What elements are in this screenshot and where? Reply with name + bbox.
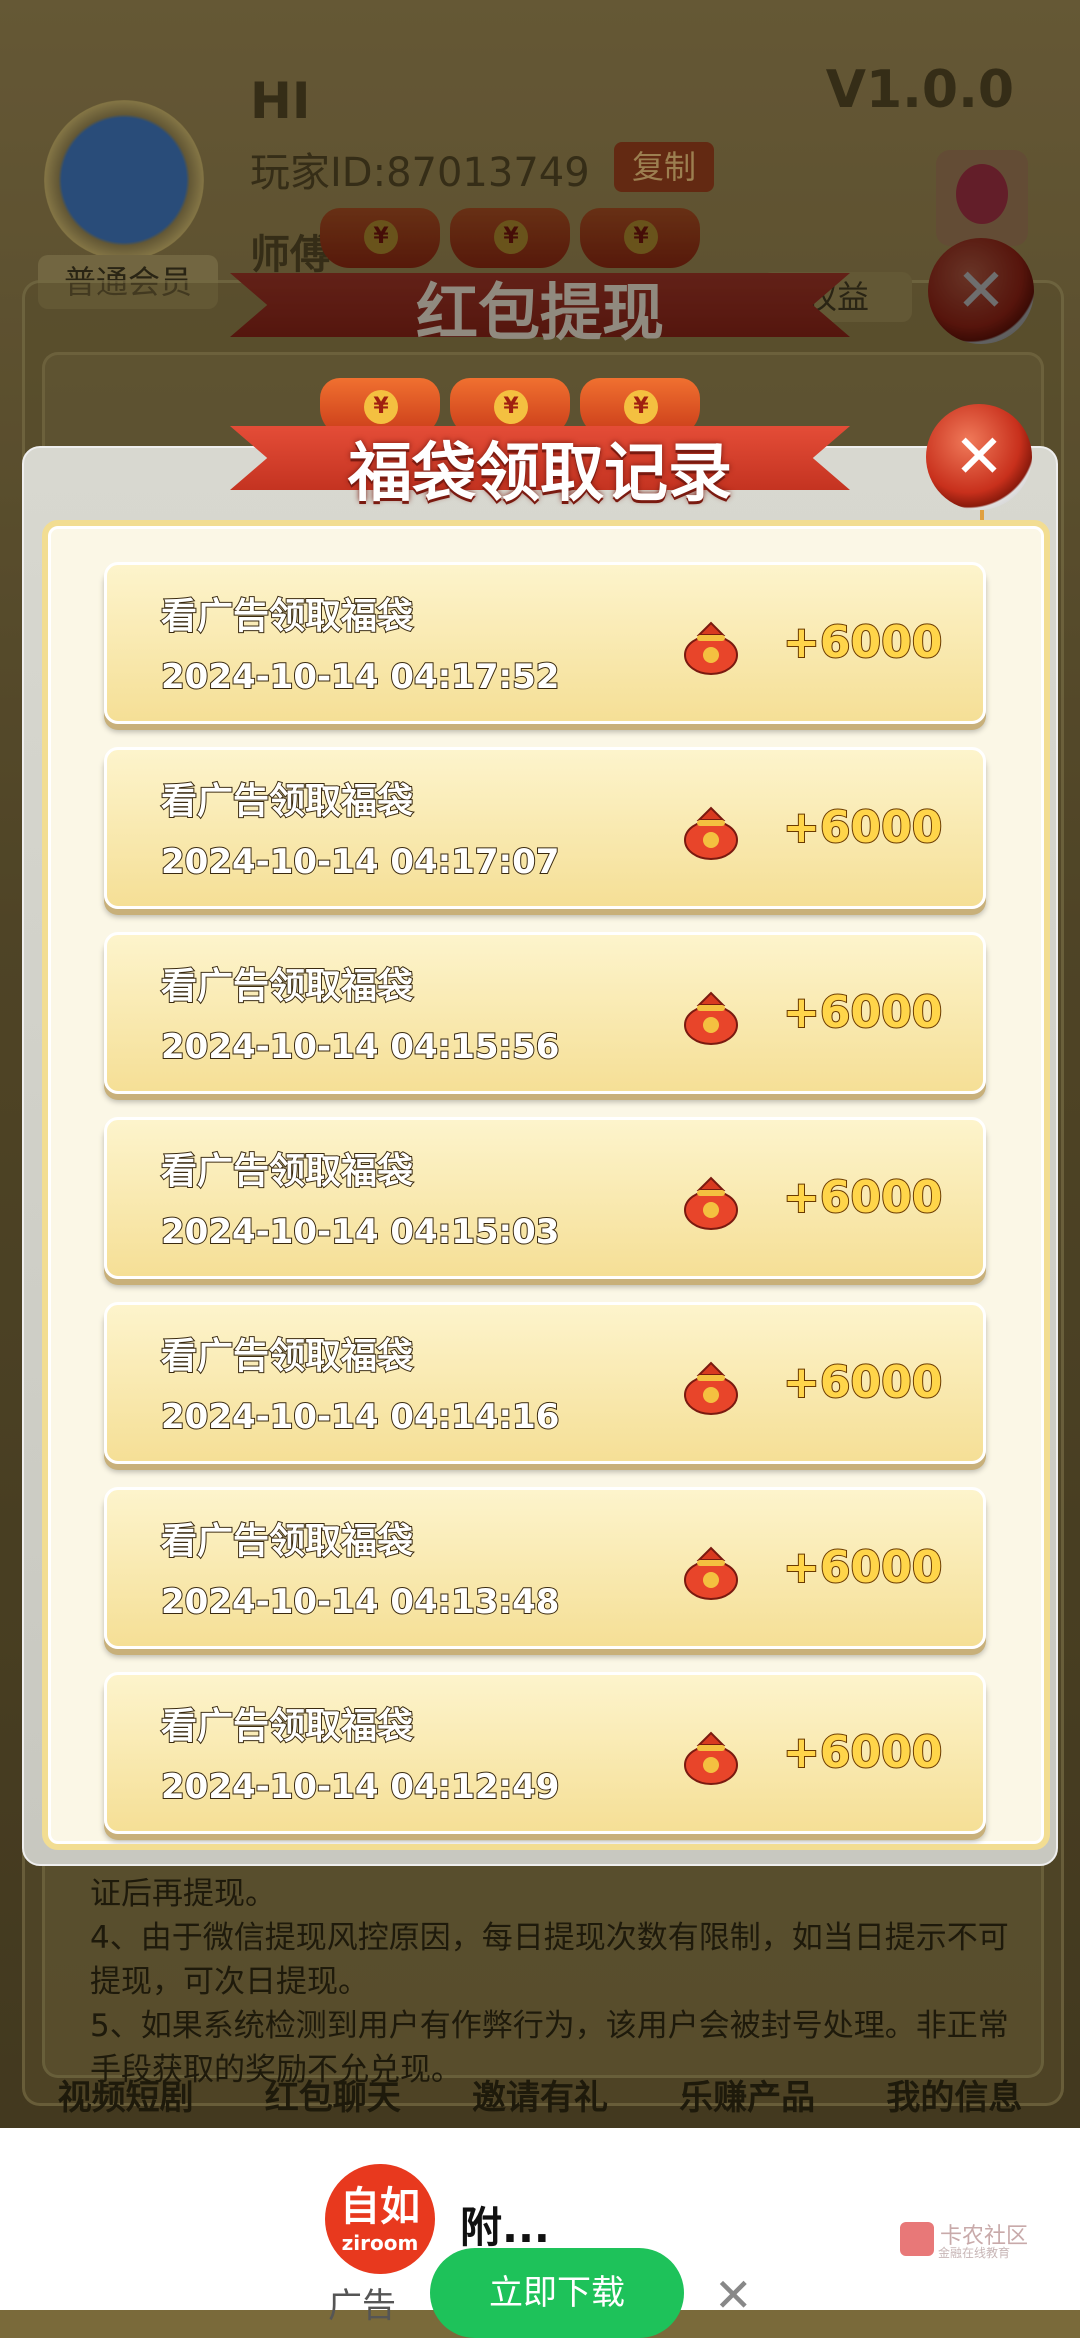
record-amount: +6000: [782, 1726, 943, 1779]
record-title: 看广告领取福袋: [160, 1520, 414, 1563]
list-item: 看广告领取福袋 2024-10-14 04:12:49 +6000: [104, 1672, 986, 1834]
ad-tag: 广告: [328, 2286, 396, 2326]
record-title: 看广告领取福袋: [160, 595, 414, 638]
record-time: 2024-10-14 04:12:49: [160, 1766, 560, 1808]
ad-title[interactable]: 附...: [460, 2194, 550, 2255]
record-amount: +6000: [782, 986, 943, 1039]
list-item: 看广告领取福袋 2024-10-14 04:15:56 +6000: [104, 932, 986, 1094]
record-title: 看广告领取福袋: [160, 1335, 414, 1378]
download-button[interactable]: 立即下载: [430, 2248, 684, 2338]
record-time: 2024-10-14 04:15:56: [160, 1026, 560, 1068]
list-item: 看广告领取福袋 2024-10-14 04:14:16 +6000: [104, 1302, 986, 1464]
watermark-logo: [900, 2222, 934, 2256]
record-amount: +6000: [782, 1541, 943, 1594]
list-item: 看广告领取福袋 2024-10-14 04:17:52 +6000: [104, 562, 986, 724]
lucky-bag-icon: [684, 1546, 738, 1600]
record-time: 2024-10-14 04:17:52: [160, 656, 560, 698]
ziroom-logo[interactable]: 自如 ziroom: [325, 2164, 435, 2274]
record-time: 2024-10-14 04:13:48: [160, 1581, 560, 1623]
record-title: 看广告领取福袋: [160, 1705, 414, 1748]
ad-logo-subtext: ziroom: [341, 2231, 419, 2255]
modal-title: 福袋领取记录: [348, 437, 732, 511]
ad-banner[interactable]: 自如 ziroom 附... 广告 立即下载 ✕: [0, 2128, 1080, 2338]
record-amount: +6000: [782, 1171, 943, 1224]
list-item: 看广告领取福袋 2024-10-14 04:17:07 +6000: [104, 747, 986, 909]
record-title: 看广告领取福袋: [160, 1150, 414, 1193]
ad-close-icon[interactable]: ✕: [714, 2268, 753, 2322]
record-amount: +6000: [782, 1356, 943, 1409]
record-title: 看广告领取福袋: [160, 965, 414, 1008]
lucky-bag-icon: [684, 621, 738, 675]
record-time: 2024-10-14 04:15:03: [160, 1211, 560, 1253]
records-list[interactable]: 看广告领取福袋 2024-10-14 04:17:52 +6000 看广告领取福…: [42, 520, 1050, 1850]
record-time: 2024-10-14 04:14:16: [160, 1396, 560, 1438]
record-title: 看广告领取福袋: [160, 780, 414, 823]
ad-logo-text: 自如: [340, 2184, 420, 2230]
record-amount: +6000: [782, 801, 943, 854]
record-amount: +6000: [782, 616, 943, 669]
list-item: 看广告领取福袋 2024-10-14 04:15:03 +6000: [104, 1117, 986, 1279]
lucky-bag-icon: [684, 991, 738, 1045]
watermark-subtitle: 金融在线教育: [938, 2246, 1011, 2260]
lucky-bag-icon: [684, 1361, 738, 1415]
close-icon[interactable]: ✕: [926, 404, 1032, 510]
list-item: 看广告领取福袋 2024-10-14 04:13:48 +6000: [104, 1487, 986, 1649]
record-time: 2024-10-14 04:17:07: [160, 841, 560, 883]
lucky-bag-icon: [684, 1731, 738, 1785]
lucky-bag-icon: [684, 806, 738, 860]
lucky-bag-icon: [684, 1176, 738, 1230]
